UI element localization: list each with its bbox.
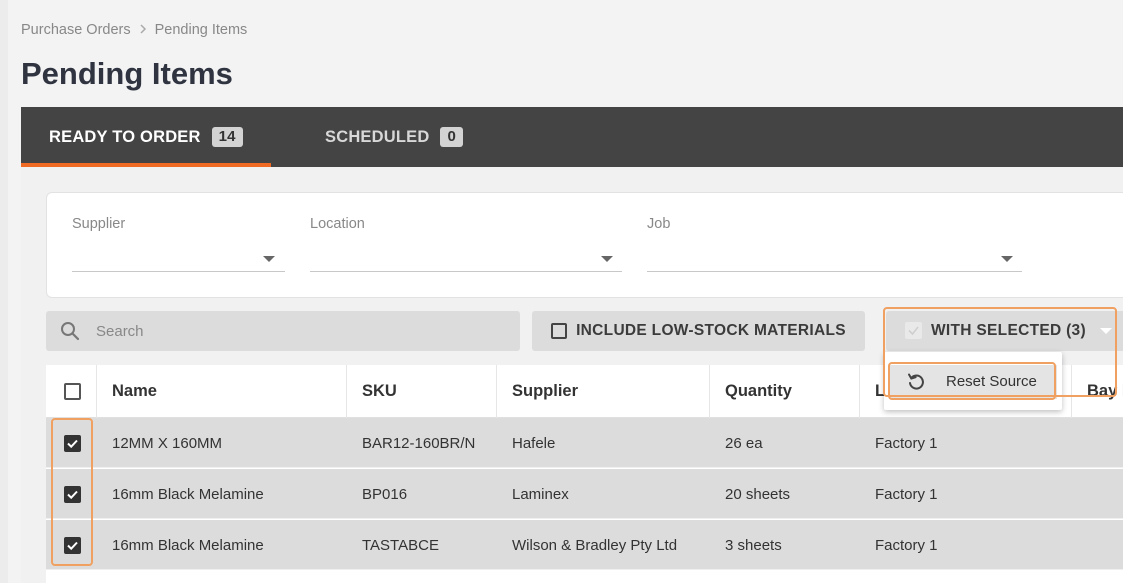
caret-down-icon[interactable] <box>263 256 275 262</box>
row-checkbox[interactable] <box>64 486 81 503</box>
include-low-stock-label: INCLUDE LOW-STOCK MATERIALS <box>576 322 846 339</box>
tab-ready-to-order[interactable]: READY TO ORDER 14 <box>21 107 271 167</box>
supplier-filter-label: Supplier <box>72 216 126 232</box>
menu-item-reset-source[interactable]: Reset Source <box>889 365 1057 399</box>
search-input[interactable] <box>96 311 496 351</box>
cell-sku: TASTABCE <box>362 536 439 554</box>
caret-down-icon[interactable] <box>1001 256 1013 262</box>
table-row[interactable]: 16mm Black Melamine TASTABCE Wilson & Br… <box>46 520 1123 570</box>
chevron-right-icon <box>139 23 147 37</box>
menu-item-label: Reset Source <box>946 373 1037 390</box>
cell-name: 16mm Black Melamine <box>112 485 264 503</box>
breadcrumb-parent[interactable]: Purchase Orders <box>21 22 131 38</box>
tab-bar: READY TO ORDER 14 SCHEDULED 0 <box>21 107 1123 167</box>
cell-quantity: 3 sheets <box>725 536 782 554</box>
with-selected-menu: Reset Source <box>884 352 1062 410</box>
cell-quantity: 26 ea <box>725 434 763 452</box>
column-header-sku[interactable]: SKU <box>347 365 497 418</box>
column-header-quantity[interactable]: Quantity <box>710 365 860 418</box>
caret-down-icon[interactable] <box>1100 328 1112 334</box>
with-selected-button[interactable]: WITH SELECTED (3) <box>886 311 1123 351</box>
tab-count-badge: 0 <box>440 127 464 147</box>
check-icon <box>905 322 922 339</box>
reset-icon <box>908 373 924 390</box>
job-filter-underline <box>647 271 1022 272</box>
cell-supplier: Wilson & Bradley Pty Ltd <box>512 536 678 554</box>
column-header-bay[interactable]: Bay L <box>1072 365 1123 418</box>
table-row[interactable]: 12MM X 160MM BAR12-160BR/N Hafele 26 ea … <box>46 418 1123 468</box>
filter-card: Supplier Location Job <box>46 192 1123 298</box>
column-header-name[interactable]: Name <box>97 365 347 418</box>
search-box[interactable] <box>46 311 520 351</box>
cell-sku: BP016 <box>362 485 408 503</box>
table-row[interactable]: 16mm Black Melamine BP016 Laminex 20 she… <box>46 469 1123 519</box>
include-low-stock-button[interactable]: INCLUDE LOW-STOCK MATERIALS <box>532 311 865 351</box>
cell-sku: BAR12-160BR/N <box>362 434 476 452</box>
tab-scheduled[interactable]: SCHEDULED 0 <box>325 107 464 167</box>
job-filter-label: Job <box>647 216 671 232</box>
breadcrumb-current: Pending Items <box>154 22 248 38</box>
select-all-cell <box>46 365 97 418</box>
cell-supplier: Hafele <box>512 434 556 452</box>
location-filter-underline <box>310 271 622 272</box>
column-header-supplier[interactable]: Supplier <box>497 365 710 418</box>
page-title: Pending Items <box>21 56 233 91</box>
row-checkbox[interactable] <box>64 435 81 452</box>
tab-label: SCHEDULED <box>325 127 430 146</box>
with-selected-label: WITH SELECTED (3) <box>931 322 1086 339</box>
select-all-checkbox[interactable] <box>64 383 81 400</box>
supplier-filter-underline <box>72 271 285 272</box>
cell-name: 16mm Black Melamine <box>112 536 264 554</box>
cell-location: Factory 1 <box>875 434 938 452</box>
checkbox-outline-icon[interactable] <box>551 323 568 339</box>
row-checkbox[interactable] <box>64 537 81 554</box>
location-filter-label: Location <box>310 216 365 232</box>
search-icon <box>61 322 80 341</box>
caret-down-icon[interactable] <box>601 256 613 262</box>
breadcrumb: Purchase Orders Pending Items <box>21 22 247 38</box>
left-strip <box>0 0 8 583</box>
cell-location: Factory 1 <box>875 536 938 554</box>
tab-count-badge: 14 <box>211 127 243 147</box>
cell-supplier: Laminex <box>512 485 569 503</box>
page: Purchase Orders Pending Items Pending It… <box>0 0 1123 583</box>
cell-quantity: 20 sheets <box>725 485 791 503</box>
tab-label: READY TO ORDER <box>49 127 201 146</box>
cell-name: 12MM X 160MM <box>112 434 223 452</box>
cell-location: Factory 1 <box>875 485 938 503</box>
